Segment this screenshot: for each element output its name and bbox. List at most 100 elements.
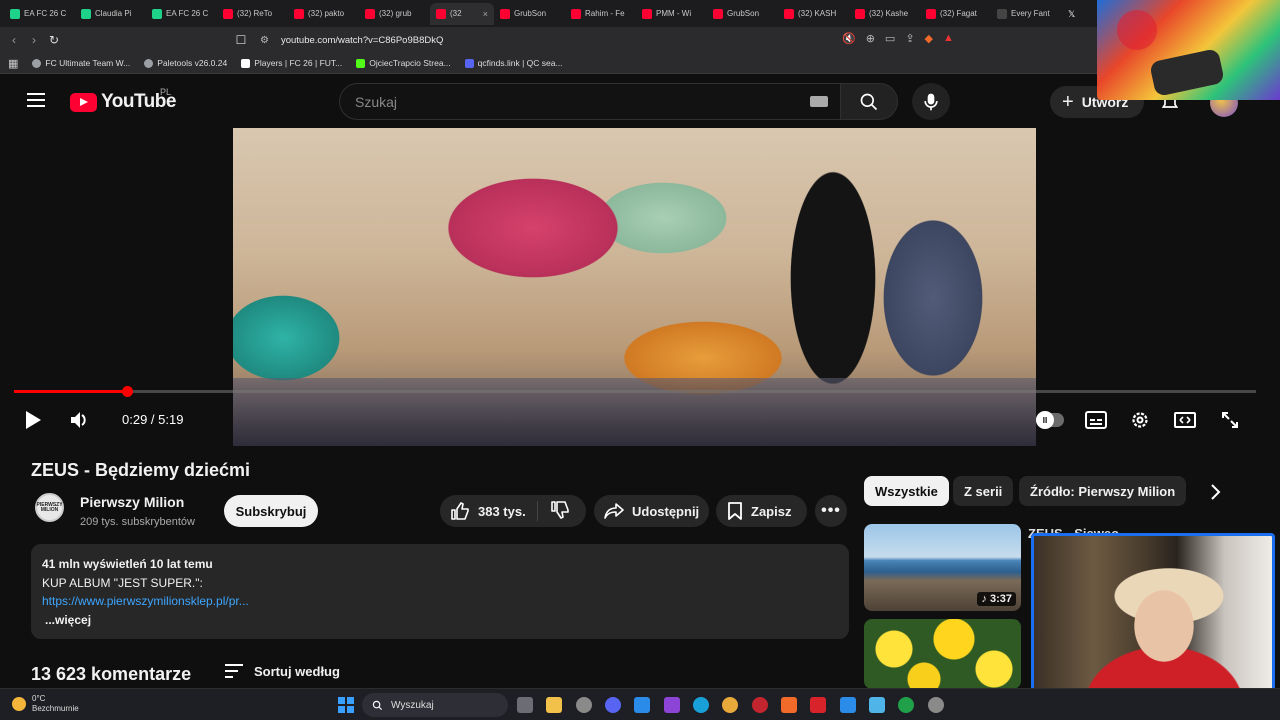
github-icon[interactable] bbox=[576, 697, 592, 713]
chip-all[interactable]: Wszystkie bbox=[864, 476, 949, 506]
share-button[interactable]: Udostępnij bbox=[594, 495, 709, 527]
menu-icon[interactable] bbox=[27, 93, 45, 107]
vivaldi-icon[interactable] bbox=[810, 697, 826, 713]
opera-icon[interactable] bbox=[752, 697, 768, 713]
xbox-icon[interactable] bbox=[898, 697, 914, 713]
show-more-button[interactable]: ...więcej bbox=[42, 611, 838, 630]
browser-tab[interactable]: PMM - Wi bbox=[636, 3, 707, 25]
subscribe-button[interactable]: Subskrybuj bbox=[224, 495, 318, 527]
browser-tab[interactable]: (32) pakto bbox=[288, 3, 359, 25]
reload-icon[interactable]: ↻ bbox=[44, 33, 64, 47]
browser-tab[interactable]: (32) grub bbox=[359, 3, 430, 25]
vscode-icon[interactable] bbox=[634, 697, 650, 713]
close-tab-icon[interactable]: × bbox=[483, 9, 488, 19]
recommended-thumbnail[interactable]: ♪ 3:37 bbox=[864, 524, 1021, 611]
rewards-icon[interactable]: ▲ bbox=[943, 32, 954, 45]
browser-tab[interactable]: (32) Fagat bbox=[920, 3, 991, 25]
weather-widget[interactable]: 0°C Bezchmurnie bbox=[12, 694, 79, 714]
windows-start-icon[interactable] bbox=[338, 697, 354, 713]
dislike-button[interactable] bbox=[538, 500, 570, 523]
browser-tab-label: Every Fant bbox=[1011, 9, 1050, 18]
chevron-right-icon[interactable] bbox=[1205, 482, 1225, 502]
autoplay-toggle[interactable]: II bbox=[1036, 408, 1064, 432]
browser-tab-label: EA FC 26 C bbox=[166, 9, 209, 18]
browser-tab-label: (32) pakto bbox=[308, 9, 345, 18]
cast-icon[interactable]: ▭ bbox=[885, 32, 895, 45]
edge-icon[interactable] bbox=[693, 697, 709, 713]
discord-icon[interactable] bbox=[605, 697, 621, 713]
taskbar-search[interactable]: Wyszukaj bbox=[362, 693, 508, 717]
forward-button-icon[interactable]: › bbox=[24, 33, 44, 47]
progress-scrubber[interactable] bbox=[122, 386, 133, 397]
fullscreen-button[interactable] bbox=[1220, 408, 1240, 432]
browser-tab[interactable]: GrubSon bbox=[707, 3, 778, 25]
bookmark-item[interactable]: FC Ultimate Team W... bbox=[32, 58, 130, 68]
zoom-icon[interactable]: ⊕ bbox=[866, 32, 875, 45]
more-actions-button[interactable]: ••• bbox=[815, 495, 847, 527]
subtitles-button[interactable] bbox=[1085, 408, 1107, 432]
chip-source[interactable]: Źródło: Pierwszy Milion bbox=[1019, 476, 1187, 506]
browser-tab[interactable]: 𝕏 bbox=[1062, 3, 1086, 25]
description-box[interactable]: 41 mln wyświetleń 10 lat temu KUP ALBUM … bbox=[31, 544, 849, 639]
back-button-icon[interactable]: ‹ bbox=[4, 33, 24, 47]
browser-tab[interactable]: Claudia Pi bbox=[75, 3, 146, 25]
brave-shield-icon[interactable]: ◆ bbox=[925, 32, 933, 45]
mute-icon[interactable]: 🔇 bbox=[842, 32, 856, 45]
recommended-thumbnail[interactable] bbox=[864, 619, 1021, 689]
bookmark-item[interactable]: Players | FC 26 | FUT... bbox=[241, 58, 342, 68]
save-button[interactable]: Zapisz bbox=[716, 495, 807, 527]
search-button[interactable] bbox=[840, 83, 898, 120]
task-view-icon[interactable] bbox=[517, 697, 533, 713]
chrome-icon[interactable] bbox=[722, 697, 738, 713]
search-input[interactable] bbox=[355, 93, 775, 110]
video-player[interactable] bbox=[0, 128, 1270, 446]
theater-mode-button[interactable] bbox=[1174, 408, 1196, 432]
settings-button[interactable] bbox=[1130, 408, 1150, 432]
youtube-logo[interactable]: YouTube PL bbox=[70, 87, 176, 113]
play-button[interactable] bbox=[24, 408, 42, 432]
apps-grid-icon[interactable]: ▦ bbox=[8, 57, 18, 70]
share-page-icon[interactable]: ⇪ bbox=[905, 32, 914, 45]
browser-tab[interactable]: (32) ReTo bbox=[217, 3, 288, 25]
bookmark-item[interactable]: OjciecTrapcio Strea... bbox=[356, 58, 451, 68]
site-settings-icon[interactable]: ⚙ bbox=[260, 35, 269, 46]
browser-tab[interactable]: EA FC 26 C bbox=[146, 3, 217, 25]
keyboard-icon[interactable] bbox=[810, 96, 828, 107]
chip-series[interactable]: Z serii bbox=[953, 476, 1014, 506]
weather-condition: Bezchmurnie bbox=[32, 704, 79, 713]
browser-tab-label: (32) KASH bbox=[798, 9, 837, 18]
browser-tab[interactable]: EA FC 26 C bbox=[4, 3, 75, 25]
channel-name[interactable]: Pierwszy Milion bbox=[80, 494, 184, 510]
video-title: ZEUS - Będziemy dziećmi bbox=[31, 460, 251, 480]
bookmark-page-icon[interactable]: ☐ bbox=[231, 33, 251, 47]
brave-icon[interactable] bbox=[781, 697, 797, 713]
browser-tab[interactable]: Every Fant bbox=[991, 3, 1062, 25]
browser-tab[interactable]: (32) Kashe bbox=[849, 3, 920, 25]
volume-button[interactable] bbox=[70, 408, 90, 432]
sort-comments-button[interactable]: Sortuj według bbox=[224, 663, 340, 679]
browser-tab-strip: EA FC 26 C Claudia Pi EA FC 26 C (32) ReTo (… bbox=[0, 0, 1280, 27]
app-icon[interactable] bbox=[869, 697, 885, 713]
bookmark-icon bbox=[728, 502, 742, 520]
app-icon[interactable] bbox=[928, 697, 944, 713]
microphone-icon bbox=[924, 93, 938, 110]
progress-bar[interactable] bbox=[14, 390, 1256, 393]
browser-tab[interactable]: GrubSon bbox=[494, 3, 565, 25]
browser-tab-label: EA FC 26 C bbox=[24, 9, 67, 18]
description-link[interactable]: https://www.pierwszymilionsklep.pl/pr... bbox=[42, 592, 838, 611]
browser-tab[interactable]: (32 × bbox=[430, 2, 494, 25]
browser-tab[interactable]: Rahim - Fe bbox=[565, 3, 636, 25]
search-box[interactable] bbox=[339, 83, 843, 120]
bookmark-item[interactable]: qcfinds.link | QC sea... bbox=[464, 58, 563, 68]
bookmark-item[interactable]: Paletools v26.0.24 bbox=[144, 58, 227, 68]
app-icon[interactable] bbox=[664, 697, 680, 713]
theater-mode-icon bbox=[1174, 412, 1196, 428]
video-frame[interactable] bbox=[233, 128, 1036, 446]
file-explorer-icon[interactable] bbox=[546, 697, 562, 713]
youtube-icon bbox=[784, 8, 794, 19]
channel-avatar[interactable]: PIERWSZY MILION bbox=[35, 493, 64, 522]
voice-search-button[interactable] bbox=[912, 83, 950, 120]
browser-tab[interactable]: (32) KASH bbox=[778, 3, 849, 25]
like-button[interactable]: 383 tys. bbox=[440, 501, 538, 521]
app-icon[interactable] bbox=[840, 697, 856, 713]
